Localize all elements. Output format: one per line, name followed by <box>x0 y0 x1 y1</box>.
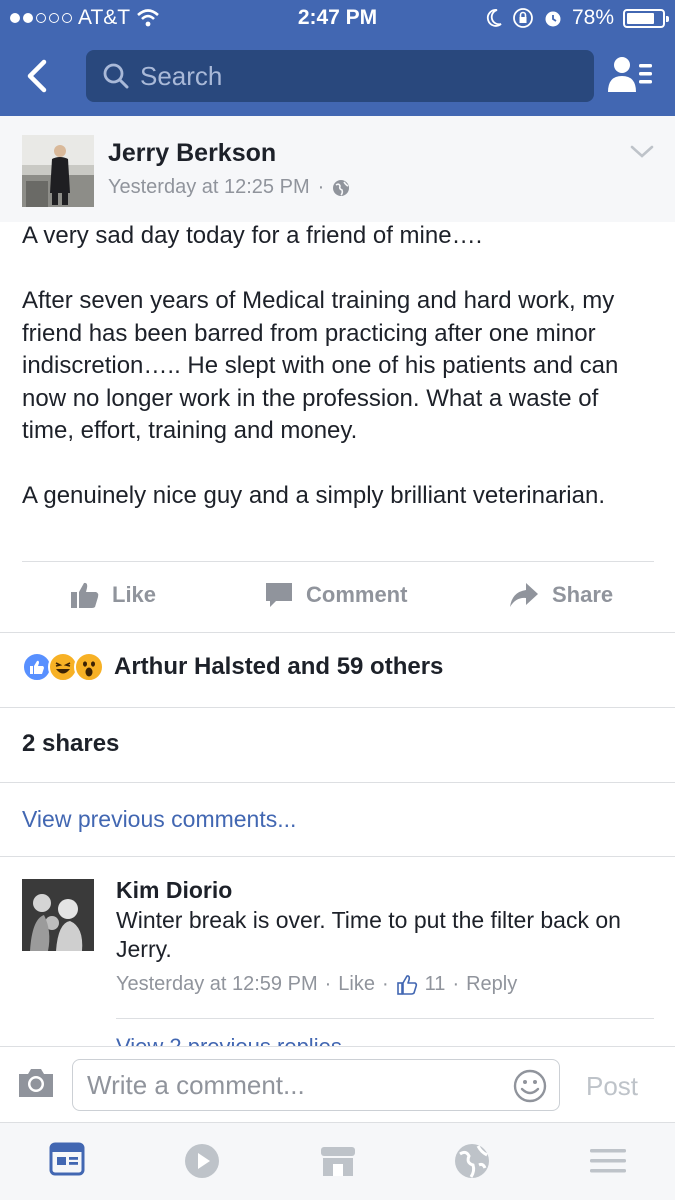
moon-icon <box>486 9 502 27</box>
divider <box>22 561 654 562</box>
comment-button[interactable]: Comment <box>264 580 407 610</box>
shares-count[interactable]: 2 shares <box>22 730 119 758</box>
search-icon <box>103 63 129 89</box>
comment-author-name[interactable]: Kim Diorio <box>116 877 232 904</box>
friend-list-button[interactable] <box>606 54 656 96</box>
post-paragraph: After seven years of Medical training an… <box>22 287 619 444</box>
battery-percent: 78% <box>571 6 614 29</box>
status-indicators: 78% <box>485 6 669 30</box>
separator-dot: · <box>382 973 389 995</box>
tab-marketplace[interactable] <box>318 1141 358 1181</box>
globe-icon <box>333 179 350 196</box>
view-replies-label: View 2 previous replies <box>116 1034 342 1046</box>
camera-icon <box>19 1069 53 1097</box>
post-text: A very sad day today for a friend of min… <box>22 220 654 545</box>
share-button[interactable]: Share <box>508 580 613 610</box>
comment-like-button[interactable]: Like <box>338 973 375 996</box>
author-avatar[interactable] <box>22 135 94 207</box>
divider <box>0 707 675 708</box>
post-options-button[interactable] <box>628 140 656 164</box>
tab-video[interactable] <box>182 1141 222 1181</box>
post-paragraph: A genuinely nice guy and a simply brilli… <box>22 482 605 509</box>
rotation-lock-icon <box>513 8 533 28</box>
separator-dot: · <box>324 973 332 995</box>
wow-reaction-icon <box>74 652 104 682</box>
search-bar[interactable] <box>86 50 594 102</box>
reactions-text: Arthur Halsted and 59 others <box>114 653 444 680</box>
tab-news-feed[interactable] <box>48 1141 88 1181</box>
comment-bubble-icon <box>266 583 292 607</box>
back-button[interactable] <box>20 56 60 96</box>
comment-reply-button[interactable]: Reply <box>466 973 517 996</box>
commenter-photo <box>22 879 94 951</box>
post-timestamp[interactable]: Yesterday at 12:25 PM <box>108 176 310 199</box>
post-author-name[interactable]: Jerry Berkson <box>108 139 276 168</box>
post-actions: Like Comment Share <box>0 566 675 628</box>
divider <box>116 1018 654 1019</box>
reactions-summary[interactable]: Arthur Halsted and 59 others <box>22 652 443 682</box>
thumbs-up-icon <box>71 582 99 608</box>
battery-icon <box>623 8 669 28</box>
comment-timestamp: Yesterday at 12:59 PM <box>116 973 318 995</box>
divider <box>0 782 675 783</box>
friend-list-icon <box>608 57 652 92</box>
comment-input[interactable] <box>87 1069 497 1101</box>
news-feed-icon <box>49 1142 85 1176</box>
like-button[interactable]: Like <box>70 580 156 610</box>
marketplace-icon <box>321 1147 355 1176</box>
notifications-globe-icon <box>455 1144 489 1178</box>
tab-notifications[interactable] <box>452 1141 492 1181</box>
status-bar: AT&T 2:47 PM 78% <box>0 0 675 38</box>
comment-composer: Post <box>0 1046 675 1122</box>
view-previous-comments-link[interactable]: View previous comments... <box>22 806 296 833</box>
emoji-icon[interactable] <box>513 1069 547 1103</box>
tab-menu[interactable] <box>588 1141 628 1181</box>
commenter-avatar[interactable] <box>22 879 94 951</box>
share-arrow-icon <box>510 583 538 607</box>
share-label: Share <box>552 582 614 607</box>
comment-meta: Yesterday at 12:59 PM · Like · 11 · Repl… <box>116 973 517 996</box>
app-header: AT&T 2:47 PM 78% <box>0 0 675 116</box>
camera-button[interactable] <box>16 1065 56 1101</box>
search-input[interactable] <box>140 60 560 92</box>
alarm-icon <box>545 11 561 27</box>
comment-label: Comment <box>306 582 408 607</box>
like-label: Like <box>112 582 157 607</box>
post-paragraph: A very sad day today for a friend of min… <box>22 222 483 249</box>
comment-text: Winter break is over. Time to put the fi… <box>116 907 621 962</box>
post-header <box>0 116 675 222</box>
separator-dot: · <box>317 176 325 198</box>
thumbs-up-outline-icon <box>396 974 417 995</box>
chevron-left-icon <box>27 59 47 93</box>
video-icon <box>185 1144 219 1178</box>
post-timestamp-row: Yesterday at 12:25 PM · <box>108 176 350 199</box>
divider <box>0 632 675 633</box>
divider <box>0 856 675 857</box>
menu-icon <box>590 1149 626 1173</box>
post-comment-button[interactable]: Post <box>586 1071 638 1102</box>
comment-input-box[interactable] <box>72 1059 560 1111</box>
author-photo <box>22 135 94 207</box>
comment-like-count: 11 <box>424 973 446 995</box>
view-replies-link[interactable]: View 2 previous replies <box>116 1034 342 1046</box>
separator-dot: · <box>452 973 460 995</box>
bottom-tab-bar <box>0 1122 675 1200</box>
chevron-down-icon <box>630 145 654 158</box>
